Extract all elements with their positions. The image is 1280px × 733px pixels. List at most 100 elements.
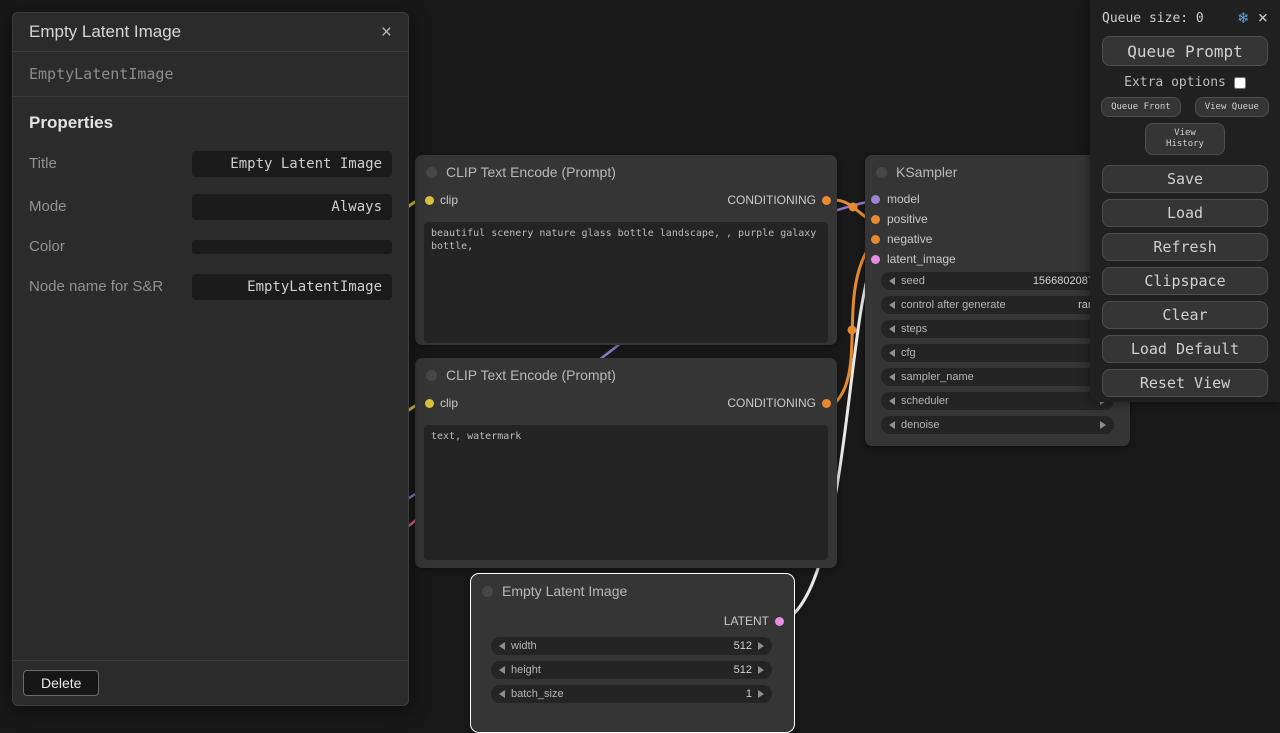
node-empty-latent-image[interactable]: Empty Latent Image LATENT width 512 heig… bbox=[470, 573, 795, 733]
node-title-bar[interactable]: CLIP Text Encode (Prompt) bbox=[415, 155, 837, 189]
negative-input-port[interactable] bbox=[871, 235, 880, 244]
clip-input-label: clip bbox=[440, 193, 458, 207]
node-title-bar[interactable]: Empty Latent Image bbox=[471, 574, 794, 608]
increment-arrow-icon[interactable] bbox=[758, 666, 764, 674]
model-input-label: model bbox=[887, 192, 920, 206]
clear-button[interactable]: Clear bbox=[1102, 301, 1268, 329]
dialog-title: Empty Latent Image bbox=[29, 22, 181, 42]
decrement-arrow-icon[interactable] bbox=[889, 325, 895, 333]
latent-image-input-port[interactable] bbox=[871, 255, 880, 264]
link-midpoint-dot bbox=[849, 203, 858, 212]
widget-value: 1 bbox=[746, 688, 752, 700]
control-after-generate-widget[interactable]: control after generate ran bbox=[881, 296, 1114, 314]
node-name-field[interactable] bbox=[192, 274, 392, 300]
widget-value: 512 bbox=[734, 640, 752, 652]
clipspace-button[interactable]: Clipspace bbox=[1102, 267, 1268, 295]
scheduler-widget[interactable]: scheduler bbox=[881, 392, 1114, 410]
properties-heading: Properties bbox=[29, 113, 392, 133]
node-properties-dialog: Empty Latent Image × EmptyLatentImage Pr… bbox=[12, 12, 409, 706]
prompt-textarea[interactable]: beautiful scenery nature glass bottle la… bbox=[424, 222, 828, 343]
extra-options-checkbox[interactable] bbox=[1234, 77, 1246, 89]
title-field-label: Title bbox=[29, 154, 187, 174]
view-queue-button[interactable]: View Queue bbox=[1195, 97, 1269, 117]
node-title: CLIP Text Encode (Prompt) bbox=[446, 367, 616, 383]
widget-label: height bbox=[511, 664, 541, 676]
collapse-dot-icon[interactable] bbox=[482, 586, 493, 597]
cfg-widget[interactable]: cfg bbox=[881, 344, 1114, 362]
link-midpoint-dot bbox=[848, 326, 857, 335]
reset-view-button[interactable]: Reset View bbox=[1102, 369, 1268, 397]
comfyui-menu-panel: Queue size: 0 ❄ × Queue Prompt Extra opt… bbox=[1090, 0, 1280, 402]
seed-widget[interactable]: seed 1566802087 bbox=[881, 272, 1114, 290]
denoise-widget[interactable]: denoise bbox=[881, 416, 1114, 434]
decrement-arrow-icon[interactable] bbox=[889, 373, 895, 381]
node-title: KSampler bbox=[896, 164, 957, 180]
color-field-label: Color bbox=[29, 237, 187, 257]
decrement-arrow-icon[interactable] bbox=[889, 421, 895, 429]
load-default-button[interactable]: Load Default bbox=[1102, 335, 1268, 363]
decrement-arrow-icon[interactable] bbox=[499, 690, 505, 698]
widget-label: seed bbox=[901, 275, 925, 287]
prompt-textarea[interactable]: text, watermark bbox=[424, 425, 828, 560]
clip-input-port[interactable] bbox=[425, 399, 434, 408]
close-icon[interactable]: × bbox=[1258, 8, 1268, 28]
increment-arrow-icon[interactable] bbox=[758, 690, 764, 698]
widget-label: batch_size bbox=[511, 688, 564, 700]
delete-button[interactable]: Delete bbox=[23, 670, 99, 696]
width-widget[interactable]: width 512 bbox=[491, 637, 772, 655]
queue-prompt-button[interactable]: Queue Prompt bbox=[1102, 36, 1268, 66]
node-title: CLIP Text Encode (Prompt) bbox=[446, 164, 616, 180]
decrement-arrow-icon[interactable] bbox=[889, 301, 895, 309]
snowflake-icon[interactable]: ❄ bbox=[1237, 9, 1250, 27]
conditioning-output-label: CONDITIONING bbox=[727, 396, 816, 410]
view-history-button[interactable]: View History bbox=[1145, 123, 1225, 155]
conditioning-output-label: CONDITIONING bbox=[727, 193, 816, 207]
queue-front-button[interactable]: Queue Front bbox=[1101, 97, 1181, 117]
node-title-bar[interactable]: CLIP Text Encode (Prompt) bbox=[415, 358, 837, 392]
widget-label: control after generate bbox=[901, 299, 1006, 311]
height-widget[interactable]: height 512 bbox=[491, 661, 772, 679]
node-clip-text-encode-positive[interactable]: CLIP Text Encode (Prompt) clip CONDITION… bbox=[415, 155, 837, 345]
widget-label: denoise bbox=[901, 419, 940, 431]
positive-input-port[interactable] bbox=[871, 215, 880, 224]
increment-arrow-icon[interactable] bbox=[758, 642, 764, 650]
latent-image-input-label: latent_image bbox=[887, 252, 956, 266]
negative-input-label: negative bbox=[887, 232, 932, 246]
widget-label: steps bbox=[901, 323, 927, 335]
conditioning-output-port[interactable] bbox=[822, 196, 831, 205]
collapse-dot-icon[interactable] bbox=[426, 370, 437, 381]
latent-output-port[interactable] bbox=[775, 617, 784, 626]
widget-label: sampler_name bbox=[901, 371, 974, 383]
steps-widget[interactable]: steps bbox=[881, 320, 1114, 338]
batch-size-widget[interactable]: batch_size 1 bbox=[491, 685, 772, 703]
queue-size-label: Queue size: 0 bbox=[1102, 11, 1204, 26]
refresh-button[interactable]: Refresh bbox=[1102, 233, 1268, 261]
decrement-arrow-icon[interactable] bbox=[889, 349, 895, 357]
sampler-name-widget[interactable]: sampler_name bbox=[881, 368, 1114, 386]
widget-value: 512 bbox=[734, 664, 752, 676]
collapse-dot-icon[interactable] bbox=[426, 167, 437, 178]
clip-input-port[interactable] bbox=[425, 196, 434, 205]
node-clip-text-encode-negative[interactable]: CLIP Text Encode (Prompt) clip CONDITION… bbox=[415, 358, 837, 568]
decrement-arrow-icon[interactable] bbox=[499, 642, 505, 650]
positive-input-label: positive bbox=[887, 212, 928, 226]
widget-label: cfg bbox=[901, 347, 916, 359]
increment-arrow-icon[interactable] bbox=[1100, 421, 1106, 429]
title-field[interactable] bbox=[192, 151, 392, 177]
save-button[interactable]: Save bbox=[1102, 165, 1268, 193]
mode-field[interactable] bbox=[192, 194, 392, 220]
load-button[interactable]: Load bbox=[1102, 199, 1268, 227]
decrement-arrow-icon[interactable] bbox=[499, 666, 505, 674]
node-title: Empty Latent Image bbox=[502, 583, 627, 599]
decrement-arrow-icon[interactable] bbox=[889, 277, 895, 285]
mode-field-label: Mode bbox=[29, 197, 187, 217]
widget-label: width bbox=[511, 640, 537, 652]
node-class-name: EmptyLatentImage bbox=[13, 52, 408, 97]
model-input-port[interactable] bbox=[871, 195, 880, 204]
color-field[interactable] bbox=[192, 240, 392, 254]
conditioning-output-port[interactable] bbox=[822, 399, 831, 408]
collapse-dot-icon[interactable] bbox=[876, 167, 887, 178]
decrement-arrow-icon[interactable] bbox=[889, 397, 895, 405]
latent-output-label: LATENT bbox=[724, 614, 769, 628]
close-icon[interactable]: × bbox=[381, 23, 392, 42]
